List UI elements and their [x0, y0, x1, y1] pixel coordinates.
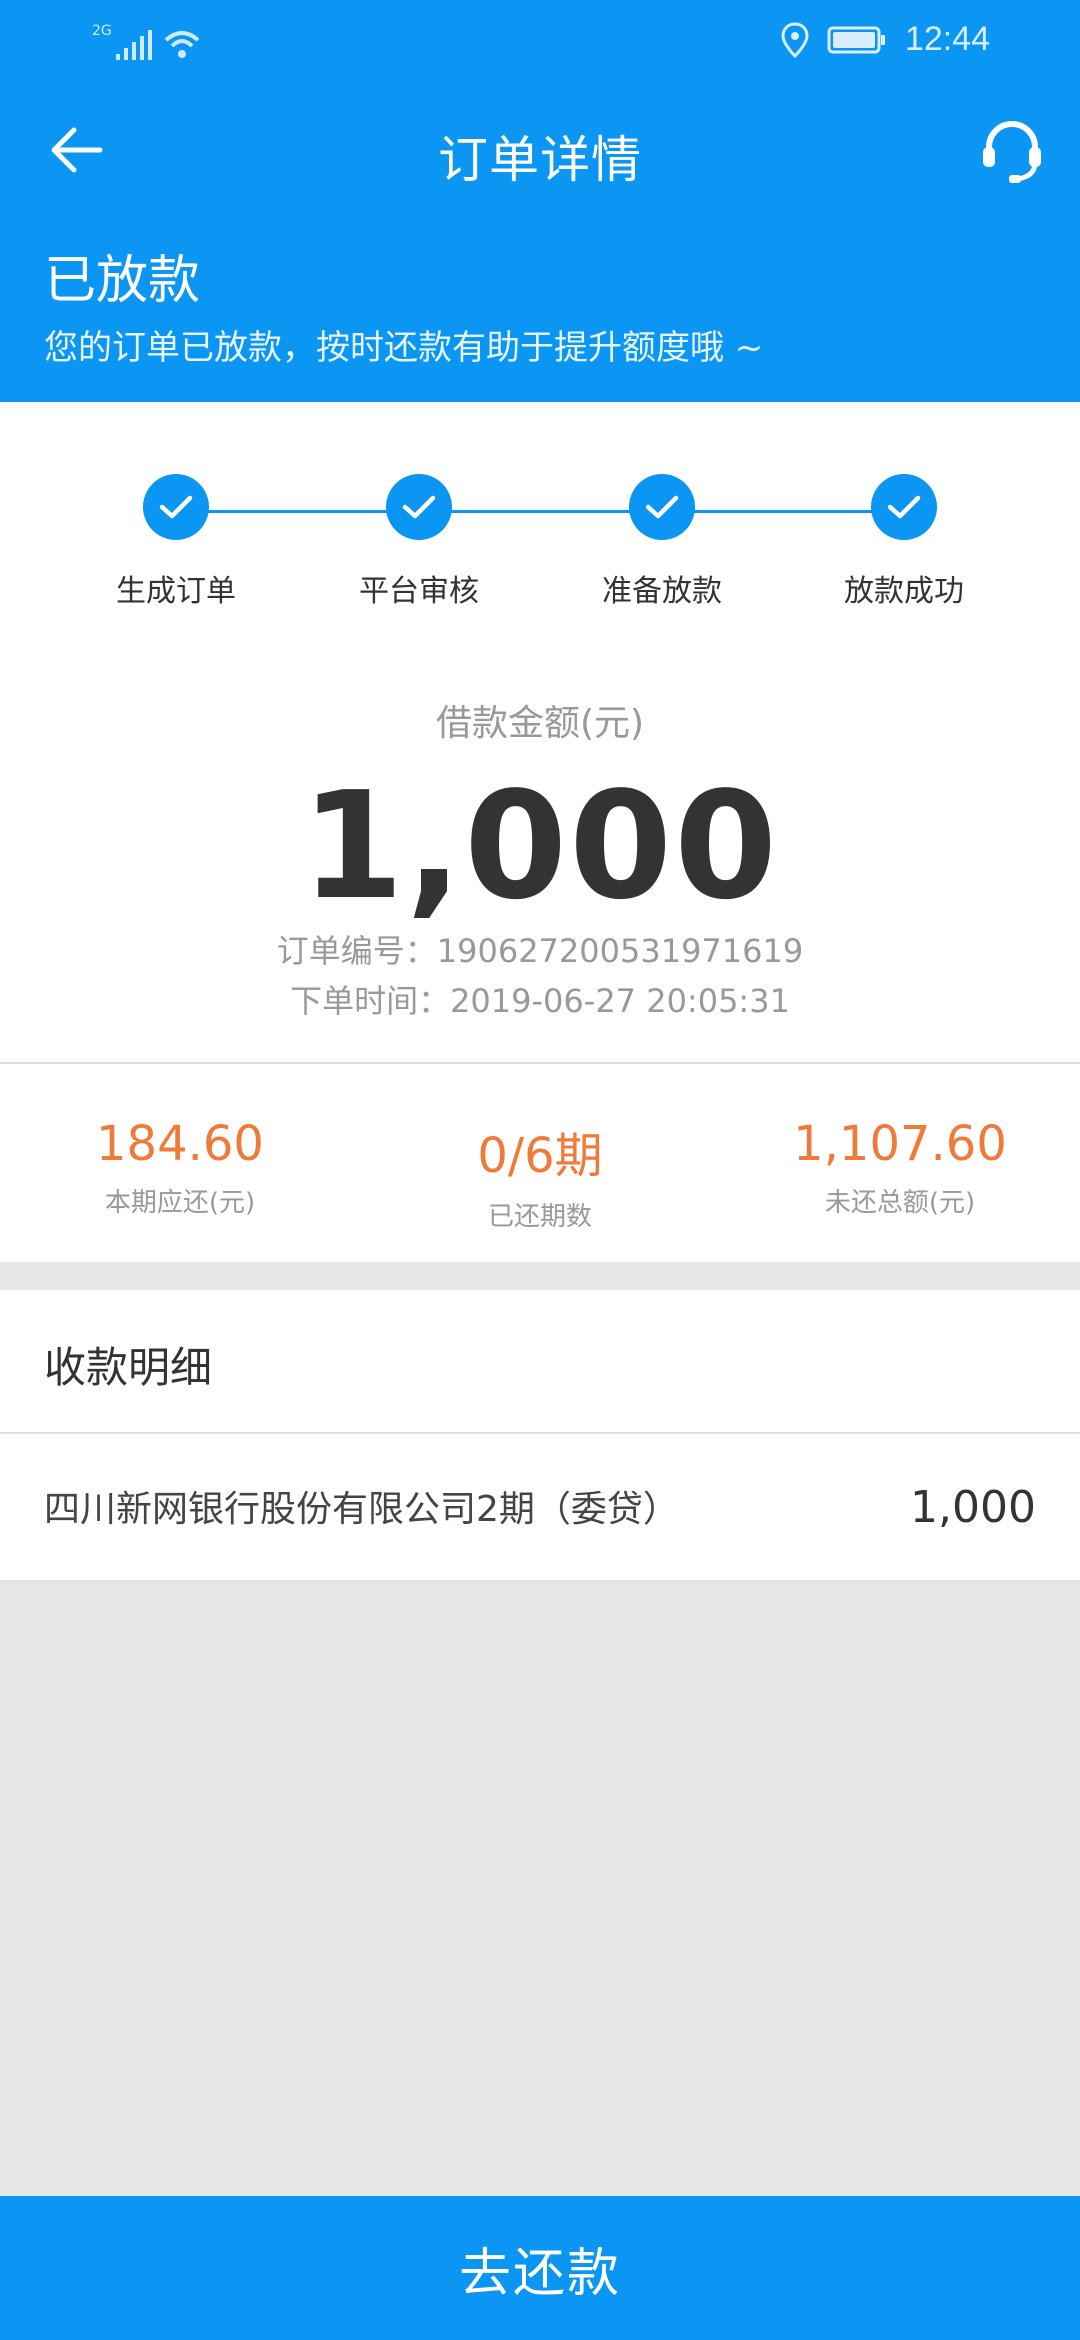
customer-service-button[interactable]	[970, 110, 1054, 194]
header-panel: 2G 12:44 订单详情 已放款 您的订单已放款，按时还款有助于提升额度哦 ~	[0, 0, 1080, 402]
location-icon	[781, 21, 809, 58]
stat-paid-periods: 0/6期 已还期数	[360, 1116, 720, 1233]
check-icon	[887, 495, 921, 519]
stat-value: 184.60	[96, 1116, 264, 1172]
nav-bar: 订单详情	[0, 96, 1080, 206]
progress-line	[176, 510, 904, 513]
receipt-details-title: 收款明细	[44, 1343, 213, 1392]
order-number: 订单编号：190627200531971619	[276, 932, 804, 970]
loan-amount-value: 1,000	[300, 760, 780, 932]
step-label: 生成订单	[116, 574, 236, 609]
stat-remaining-total: 1,107.60 未还总额(元)	[720, 1116, 1080, 1219]
step-dot	[143, 474, 209, 540]
order-status-subtitle: 您的订单已放款，按时还款有助于提升额度哦 ~	[44, 328, 764, 368]
network-type: 2G	[92, 23, 112, 39]
stat-label: 已还期数	[487, 1202, 592, 1232]
signal-icon	[115, 30, 152, 60]
stat-current-due: 184.60 本期应还(元)	[0, 1116, 360, 1219]
battery-icon	[827, 26, 885, 53]
receipt-amount: 1,000	[910, 1482, 1036, 1533]
step-create-order: 生成订单	[76, 472, 276, 610]
status-bar: 2G 12:44	[0, 0, 1080, 84]
page-title: 订单详情	[438, 131, 642, 189]
customer-service-icon	[983, 121, 1041, 183]
repayment-stats: 184.60 本期应还(元) 0/6期 已还期数 1,107.60 未还总额(元…	[0, 1064, 1080, 1262]
progress-steps: 生成订单 平台审核 准备放款 放款成功	[0, 472, 1080, 612]
status-time: 12:44	[904, 20, 990, 58]
step-platform-review: 平台审核	[319, 472, 519, 610]
check-icon	[159, 495, 193, 519]
wifi-icon	[164, 31, 200, 58]
step-prepare-loan: 准备放款	[562, 472, 762, 610]
receipt-lender-name: 四川新网银行股份有限公司2期（委贷）	[44, 1489, 679, 1530]
stat-label: 未还总额(元)	[824, 1188, 976, 1218]
step-label: 放款成功	[844, 574, 964, 609]
step-dot	[386, 474, 452, 540]
step-loan-success: 放款成功	[804, 472, 1004, 610]
step-label: 准备放款	[602, 574, 722, 609]
status-left: 2G	[92, 22, 202, 62]
status-right: 12:44	[781, 20, 990, 59]
check-icon	[402, 495, 436, 519]
loan-amount-label: 借款金额(元)	[435, 703, 645, 744]
order-time: 下单时间：2019-06-27 20:05:31	[290, 982, 790, 1020]
stat-value: 1,107.60	[793, 1116, 1007, 1172]
step-dot	[871, 474, 937, 540]
loan-summary-card: 生成订单 平台审核 准备放款 放款成功 借款金额(元) 1,000 订单编号：1…	[0, 402, 1080, 1064]
list-item: 四川新网银行股份有限公司2期（委贷） 1,000	[0, 1434, 1080, 1580]
step-dot	[629, 474, 695, 540]
check-icon	[645, 495, 679, 519]
receipt-details-header: 收款明细	[0, 1290, 1080, 1432]
step-label: 平台审核	[359, 574, 479, 609]
stat-value: 0/6期	[477, 1128, 603, 1184]
repay-button[interactable]: 去还款	[0, 2196, 1080, 2340]
order-status-title: 已放款	[44, 251, 201, 311]
stat-label: 本期应还(元)	[104, 1188, 256, 1218]
